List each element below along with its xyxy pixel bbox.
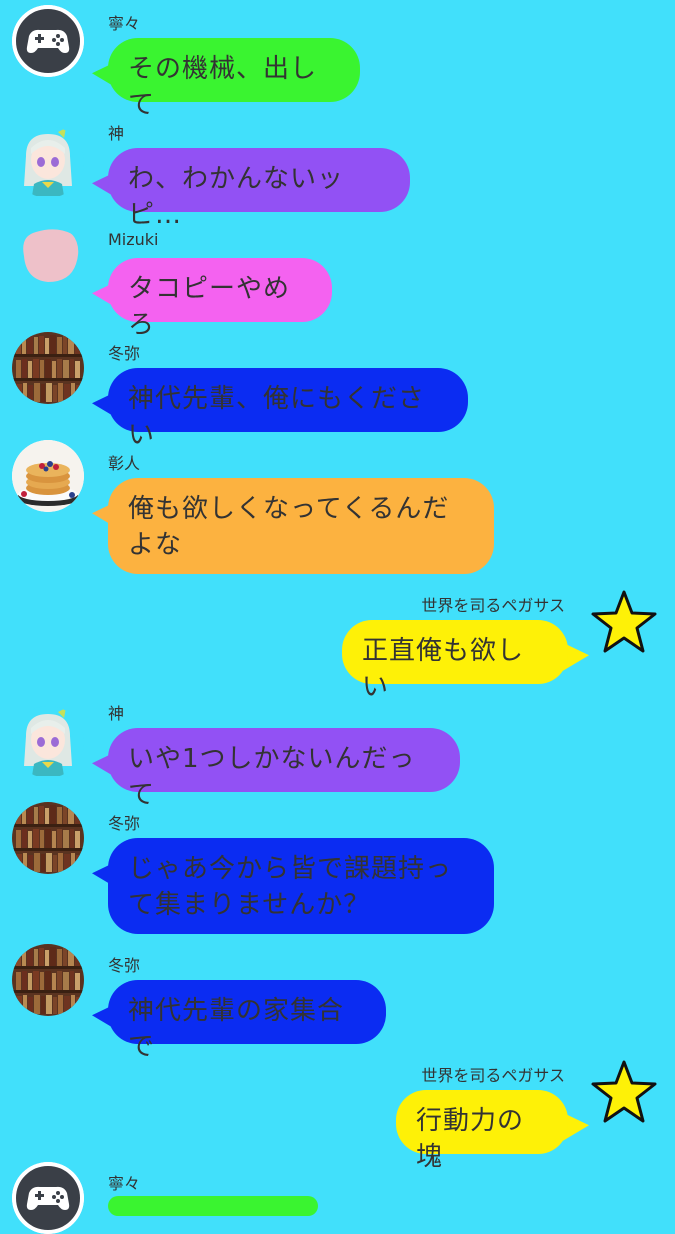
chat-message: Mizuki タコピーやめろ xyxy=(0,229,675,340)
gamepad-icon[interactable] xyxy=(12,1162,84,1234)
sender-name: 世界を司るペガサス xyxy=(421,1066,565,1085)
message-bubble[interactable]: 俺も欲しくなってくるんだよな xyxy=(108,478,494,574)
message-bubble[interactable]: 行動力の塊 xyxy=(396,1090,568,1172)
message-text: いや1つしかないんだって xyxy=(128,744,416,810)
message-text: 神代先輩、俺にもください xyxy=(128,384,426,450)
sender-name: 冬弥 xyxy=(108,956,141,975)
bookshelf-avatar[interactable] xyxy=(12,332,84,404)
chat-message: 世界を司るペガサス 正直俺も欲しい xyxy=(0,589,675,702)
chat-message: 神 わ、わかんないッピ… xyxy=(0,120,675,230)
message-bubble[interactable]: 正直俺も欲しい xyxy=(342,620,568,702)
message-text: 神代先輩の家集合で xyxy=(128,996,345,1062)
anime-girl-avatar[interactable] xyxy=(12,126,84,198)
sender-name: 寧々 xyxy=(108,14,141,33)
chat-message: 寧々 xyxy=(0,1162,675,1234)
chat-message: 神 いや1つしかないんだって xyxy=(0,700,675,810)
message-text: タコピーやめろ xyxy=(128,274,291,340)
sender-name: 神 xyxy=(108,124,125,143)
gamepad-icon[interactable] xyxy=(12,5,84,77)
message-bubble[interactable]: いや1つしかないんだって xyxy=(108,728,460,810)
pink-blob-avatar[interactable] xyxy=(16,226,82,286)
chat-message: 彰人 俺も欲しくなってくるんだよな xyxy=(0,440,675,580)
chat-message: 冬弥 神代先輩、俺にもください xyxy=(0,332,675,450)
bookshelf-avatar[interactable] xyxy=(12,802,84,874)
sender-name: 神 xyxy=(108,704,125,723)
message-text: その機械、出して xyxy=(128,54,318,120)
chat-message: 世界を司るペガサス 行動力の塊 xyxy=(0,1059,675,1172)
sender-name: 寧々 xyxy=(108,1174,141,1193)
message-bubble[interactable]: タコピーやめろ xyxy=(108,258,332,340)
sender-name: 彰人 xyxy=(108,454,141,473)
message-bubble[interactable]: わ、わかんないッピ… xyxy=(108,148,410,230)
sender-name: 冬弥 xyxy=(108,814,141,833)
pancake-avatar[interactable] xyxy=(12,440,84,512)
chat-message: 冬弥 神代先輩の家集合で xyxy=(0,944,675,1062)
message-text: 行動力の塊 xyxy=(416,1106,525,1172)
star-icon[interactable] xyxy=(590,589,662,661)
message-bubble[interactable]: その機械、出して xyxy=(108,38,360,120)
message-text: じゃあ今から皆で課題持って集まりませんか？ xyxy=(128,854,453,920)
chat-view: 寧々 その機械、出して 神 わ、わかんないッピ… Mizuki タコピーやめろ … xyxy=(0,0,675,1234)
sender-name: 世界を司るペガサス xyxy=(421,596,565,615)
sender-name: Mizuki xyxy=(108,230,159,249)
message-text: わ、わかんないッピ… xyxy=(128,164,345,230)
message-bubble[interactable]: 神代先輩の家集合で xyxy=(108,980,386,1062)
message-bubble[interactable] xyxy=(108,1196,318,1216)
message-bubble[interactable]: 神代先輩、俺にもください xyxy=(108,368,468,450)
star-icon[interactable] xyxy=(590,1059,662,1131)
chat-message: 寧々 その機械、出して xyxy=(0,5,675,120)
message-text: 俺も欲しくなってくるんだよな xyxy=(128,494,450,560)
sender-name: 冬弥 xyxy=(108,344,141,363)
chat-message: 冬弥 じゃあ今から皆で課題持って集まりませんか？ xyxy=(0,802,675,940)
anime-girl-avatar[interactable] xyxy=(12,706,84,778)
message-bubble[interactable]: じゃあ今から皆で課題持って集まりませんか？ xyxy=(108,838,494,934)
bookshelf-avatar[interactable] xyxy=(12,944,84,1016)
message-text: 正直俺も欲しい xyxy=(362,636,525,702)
